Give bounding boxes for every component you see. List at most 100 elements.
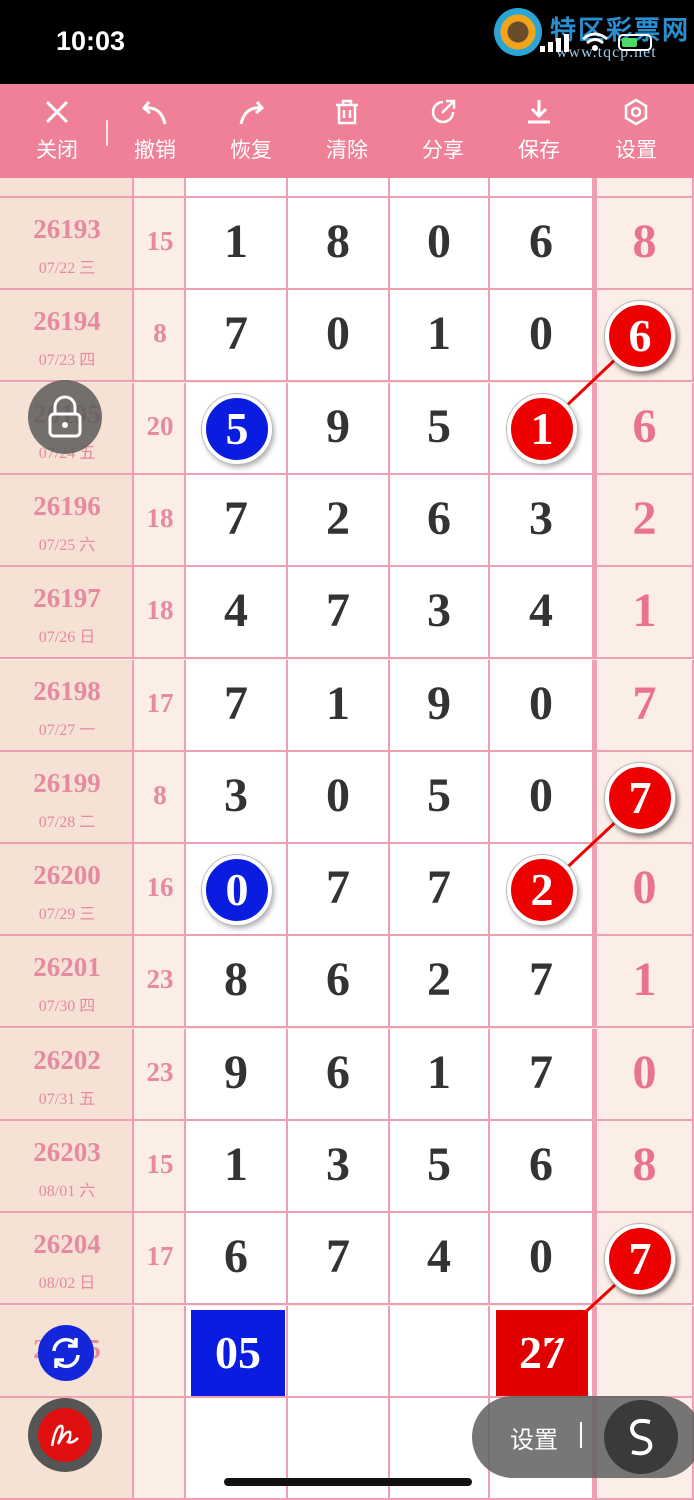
digit-cell[interactable]: 7 <box>288 567 390 660</box>
digit-cell[interactable]: 1 <box>288 659 390 752</box>
clear-button[interactable]: 清除 <box>307 84 387 178</box>
clear-label: 清除 <box>326 139 368 162</box>
next-period-row: 26205 05 27 <box>0 1306 694 1398</box>
redo-icon <box>239 101 265 125</box>
digit-cell[interactable]: 3 <box>288 1121 390 1213</box>
digit-cell[interactable]: 7 <box>490 1028 594 1121</box>
digit-cell[interactable]: 5 <box>390 751 490 844</box>
digit-cell[interactable]: 0 <box>490 1213 594 1306</box>
save-label: 保存 <box>518 139 560 162</box>
last-digit-cell[interactable]: 8 <box>594 1121 694 1213</box>
period-cell: 26194 07/23 四 <box>0 290 134 383</box>
share-button[interactable]: 分享 <box>403 84 483 178</box>
digit-cell[interactable]: 0 <box>490 751 594 844</box>
last-digit-cell[interactable]: 7 <box>594 659 694 752</box>
digit-cell[interactable]: 7 <box>288 1213 390 1306</box>
last-digit-cell[interactable]: 2 <box>594 474 694 567</box>
red-highlight-circle: 7 <box>605 1224 675 1295</box>
settings-button[interactable]: 设置 <box>596 84 676 178</box>
last-digit-cell[interactable]: 6 <box>594 382 694 475</box>
digit-cell[interactable]: 1 <box>186 1121 288 1213</box>
digit-value: 7 <box>529 953 553 1007</box>
cellular-signal-icon <box>540 34 569 52</box>
red-highlight-circle: 7 <box>605 762 675 833</box>
digit-cell[interactable]: 6 <box>390 474 490 567</box>
redo-button[interactable]: 恢复 <box>211 84 291 178</box>
digit-cell[interactable]: 0 <box>490 659 594 752</box>
digit-value: 5 <box>427 1138 451 1191</box>
red-highlight-circle: 1 <box>507 393 577 464</box>
last-digit-value: 7 <box>632 676 657 730</box>
period-date: 07/28 二 <box>38 813 96 831</box>
digit-cell[interactable]: 1 <box>390 1028 490 1121</box>
digit-cell[interactable]: 4 <box>186 567 288 660</box>
digit-cell[interactable]: 7 <box>186 659 288 752</box>
save-button[interactable]: 保存 <box>499 84 579 178</box>
digit-cell[interactable]: 3 <box>186 751 288 844</box>
digit-cell[interactable]: 0 <box>490 290 594 383</box>
period-cell: 26202 07/31 五 <box>0 1028 134 1121</box>
digit-cell[interactable]: 4 <box>490 567 594 660</box>
digit-value: 0 <box>529 676 553 730</box>
red-highlight-circle: 6 <box>605 301 675 372</box>
sum-cell: 23 <box>134 936 186 1029</box>
last-digit-cell[interactable]: 8 <box>594 198 694 290</box>
digit-cell[interactable]: 6 <box>490 1121 594 1213</box>
digit-cell[interactable]: 0 <box>288 751 390 844</box>
digit-cell[interactable]: 0 <box>390 198 490 290</box>
digit-cell[interactable]: 9 <box>186 1028 288 1121</box>
pill-divider <box>580 1422 582 1448</box>
digit-value: 3 <box>529 491 553 545</box>
digit-cell[interactable]: 7 <box>490 936 594 1029</box>
period-date: 07/30 四 <box>38 998 96 1016</box>
digit-value: 0 <box>427 215 451 268</box>
digit-cell[interactable]: 3 <box>490 474 594 567</box>
period-date: 07/29 三 <box>38 906 96 924</box>
sum-value: 23 <box>146 964 174 995</box>
pen-tool-button[interactable] <box>28 1398 102 1472</box>
digit-cell[interactable]: 9 <box>390 659 490 752</box>
digit-cell[interactable]: 7 <box>186 290 288 383</box>
digit-cell[interactable]: 4 <box>390 1213 490 1306</box>
digit-value: 7 <box>224 307 248 361</box>
digit-cell[interactable]: 5 <box>390 1121 490 1213</box>
digit-cell[interactable]: 1 <box>186 198 288 290</box>
refresh-button[interactable] <box>38 1325 94 1381</box>
last-digit-cell[interactable]: 1 <box>594 936 694 1029</box>
digit-cell[interactable]: 8 <box>288 198 390 290</box>
floating-settings-pill: 设置 <box>472 1396 694 1478</box>
digit-cell[interactable]: 2 <box>390 936 490 1029</box>
digit-cell[interactable]: 3 <box>390 567 490 660</box>
last-digit-cell[interactable]: 1 <box>594 567 694 660</box>
period-number: 26193 <box>33 214 101 244</box>
digit-cell[interactable]: 6 <box>186 1213 288 1306</box>
sum-value: 8 <box>153 779 167 810</box>
digit-cell[interactable]: 8 <box>186 936 288 1029</box>
pen-scribble-icon <box>50 1424 79 1447</box>
digit-cell[interactable]: 9 <box>288 382 390 475</box>
digit-cell[interactable]: 1 <box>390 290 490 383</box>
digit-cell[interactable]: 7 <box>390 844 490 937</box>
digit-cell[interactable]: 2 <box>288 474 390 567</box>
digit-value: 7 <box>224 676 248 730</box>
period-number: 26197 <box>33 583 101 614</box>
lock-button[interactable] <box>28 380 102 454</box>
digit-cell[interactable]: 0 <box>288 290 390 383</box>
digit-cell[interactable]: 7 <box>288 844 390 937</box>
sum-value: 15 <box>146 226 174 256</box>
last-digit-cell[interactable]: 0 <box>594 844 694 937</box>
digit-cell[interactable]: 7 <box>186 474 288 567</box>
digit-cell[interactable]: 5 <box>390 382 490 475</box>
last-digit-value: 0 <box>632 861 657 915</box>
digit-value: 0 <box>326 307 350 361</box>
digit-value: 8 <box>224 953 248 1007</box>
digit-cell[interactable]: 6 <box>490 198 594 290</box>
last-digit-cell[interactable]: 0 <box>594 1028 694 1121</box>
floating-settings-button[interactable]: 设置 <box>510 1420 558 1455</box>
stroke-tool-button[interactable] <box>604 1400 678 1474</box>
undo-button[interactable]: 撤销 <box>115 84 195 178</box>
digit-cell[interactable]: 6 <box>288 936 390 1029</box>
digit-cell[interactable]: 6 <box>288 1028 390 1121</box>
close-button[interactable]: 关闭 <box>17 84 97 178</box>
sum-value: 15 <box>146 1149 174 1179</box>
